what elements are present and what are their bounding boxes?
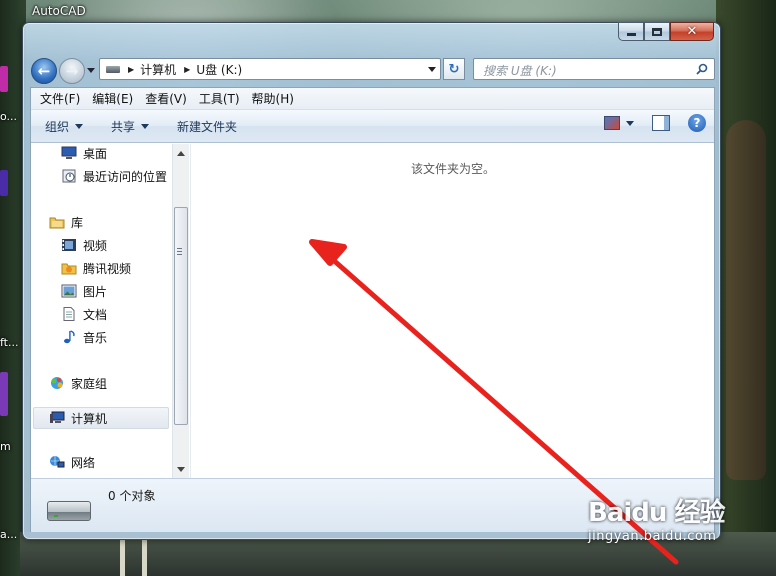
watermark-logo: Baidu 经验 (588, 498, 725, 528)
watermark-url: jingyan.baidu.com (588, 529, 717, 544)
annotation-arrow (309, 239, 679, 565)
watermark: Baidu 经验 jingyan.baidu.com (588, 492, 725, 544)
